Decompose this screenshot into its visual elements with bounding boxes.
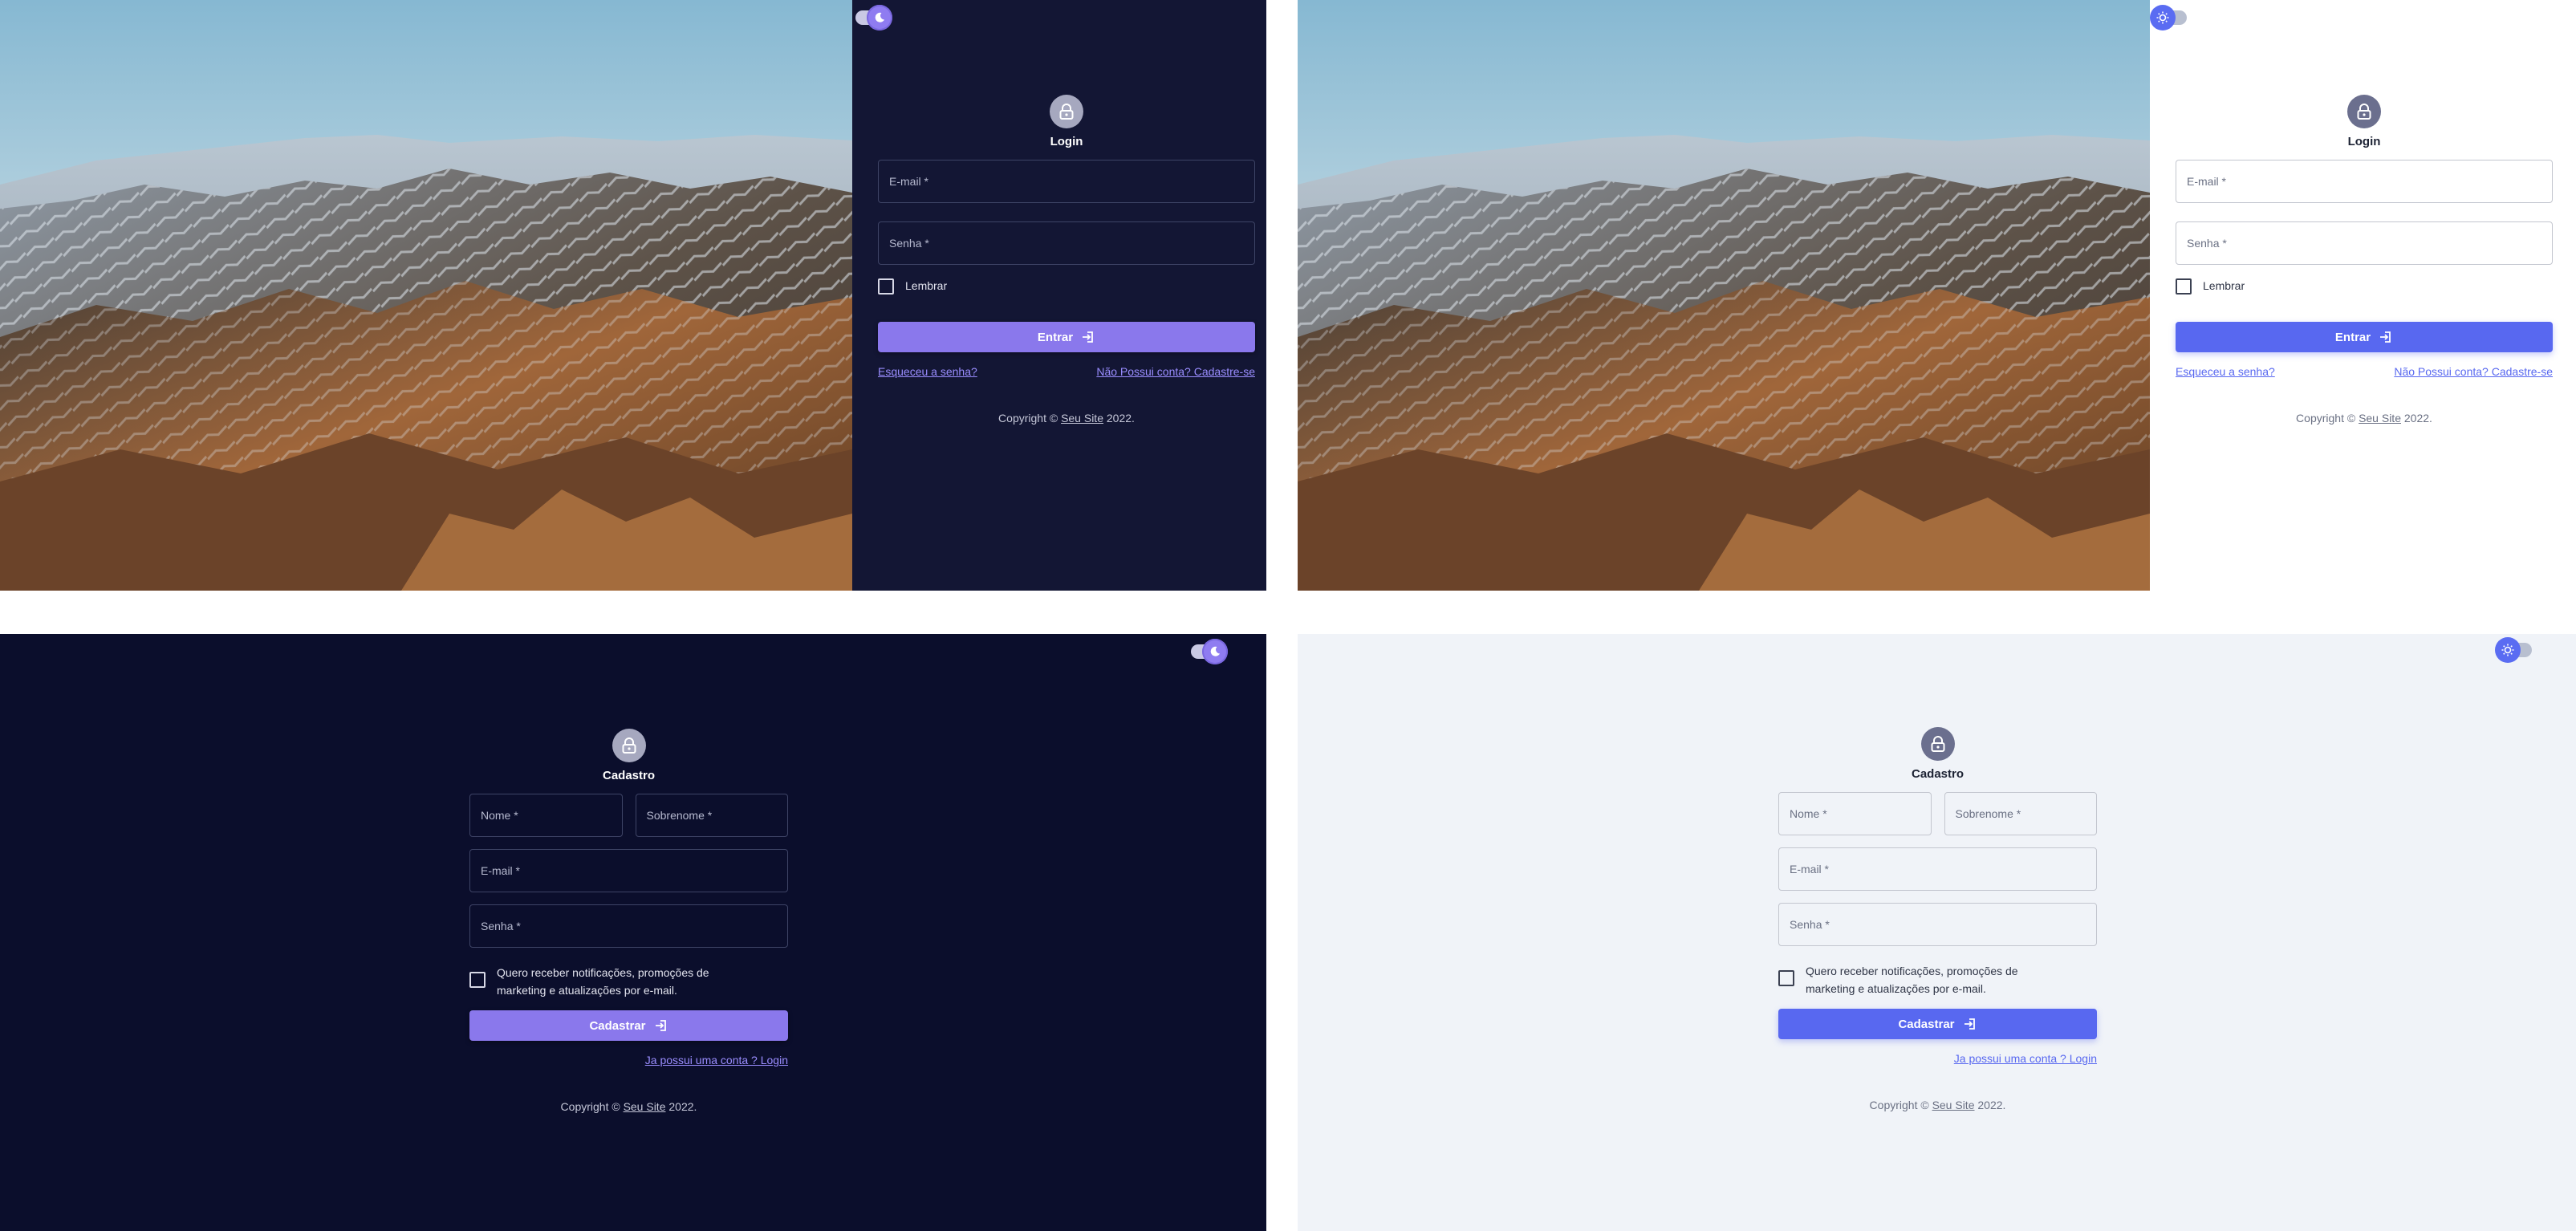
register-button-label: Cadastrar bbox=[589, 1018, 646, 1033]
theme-toggle[interactable] bbox=[2150, 3, 2190, 32]
login-dark-screen: Login E-mail * Senha * Lembrar Entrar Es… bbox=[0, 0, 1266, 591]
remember-row[interactable]: Lembrar bbox=[878, 277, 1255, 295]
copyright-prefix: Copyright © bbox=[1869, 1099, 1932, 1111]
register-dark-screen: Cadastro Nome * Sobrenome * E-mail * Sen… bbox=[0, 634, 1266, 1231]
login-button-label: Entrar bbox=[1037, 330, 1074, 344]
marketing-label: Quero receber notificações, promoções de… bbox=[497, 966, 709, 997]
marketing-row[interactable]: Quero receber notificações, promoções de… bbox=[1778, 962, 2097, 997]
remember-label: Lembrar bbox=[905, 279, 948, 292]
form-title: Login bbox=[2347, 135, 2381, 148]
register-links: Ja possui uma conta ? Login bbox=[1778, 1052, 2097, 1065]
email-field[interactable]: E-mail * bbox=[1778, 847, 2097, 891]
remember-row[interactable]: Lembrar bbox=[2176, 277, 2553, 295]
copyright-suffix: 2022. bbox=[665, 1100, 697, 1113]
marketing-checkbox[interactable] bbox=[1778, 970, 1794, 986]
login-links: Esqueceu a senha? Não Possui conta? Cada… bbox=[878, 365, 1255, 378]
form-title: Cadastro bbox=[1911, 767, 1965, 781]
password-field[interactable]: Senha * bbox=[2176, 221, 2553, 265]
signup-link[interactable]: Não Possui conta? Cadastre-se bbox=[2394, 365, 2553, 378]
register-button[interactable]: Cadastrar bbox=[469, 1010, 788, 1041]
login-button[interactable]: Entrar bbox=[878, 322, 1255, 352]
email-field[interactable]: E-mail * bbox=[469, 849, 788, 892]
login-panel: Login E-mail * Senha * Lembrar Entrar Es… bbox=[852, 0, 1266, 591]
copyright: Copyright © Seu Site 2022. bbox=[469, 1100, 788, 1113]
login-button[interactable]: Entrar bbox=[2176, 322, 2553, 352]
lock-icon bbox=[1920, 727, 1955, 761]
login-arrow-icon bbox=[1083, 331, 1093, 343]
forgot-password-link[interactable]: Esqueceu a senha? bbox=[2176, 365, 2275, 378]
last-name-field[interactable]: Sobrenome * bbox=[635, 794, 788, 837]
password-field[interactable]: Senha * bbox=[878, 221, 1255, 265]
copyright: Copyright © Seu Site 2022. bbox=[2176, 412, 2553, 425]
form-title: Cadastro bbox=[602, 769, 656, 782]
login-panel: Login E-mail * Senha * Lembrar Entrar Es… bbox=[2150, 0, 2576, 591]
sun-icon bbox=[2495, 637, 2521, 663]
register-links: Ja possui uma conta ? Login bbox=[469, 1054, 788, 1066]
mountain-photo bbox=[1298, 0, 2150, 591]
lock-icon bbox=[611, 729, 646, 762]
remember-label: Lembrar bbox=[2203, 279, 2245, 292]
login-light-screen: Login E-mail * Senha * Lembrar Entrar Es… bbox=[1298, 0, 2576, 591]
copyright-suffix: 2022. bbox=[1974, 1099, 2006, 1111]
signup-link[interactable]: Não Possui conta? Cadastre-se bbox=[1096, 365, 1255, 378]
login-link[interactable]: Ja possui uma conta ? Login bbox=[645, 1054, 788, 1066]
first-name-field[interactable]: Nome * bbox=[1778, 792, 1932, 835]
copyright: Copyright © Seu Site 2022. bbox=[878, 412, 1255, 425]
login-arrow-icon bbox=[655, 1020, 666, 1031]
email-field[interactable]: E-mail * bbox=[878, 160, 1255, 203]
password-field[interactable]: Senha * bbox=[469, 904, 788, 948]
register-button[interactable]: Cadastrar bbox=[1778, 1009, 2097, 1039]
copyright-suffix: 2022. bbox=[2401, 412, 2432, 425]
form-title: Login bbox=[1050, 135, 1083, 148]
login-link[interactable]: Ja possui uma conta ? Login bbox=[1954, 1052, 2097, 1065]
copyright-prefix: Copyright © bbox=[2296, 412, 2359, 425]
login-form: Login E-mail * Senha * Lembrar Entrar Es… bbox=[878, 95, 1255, 425]
register-light-screen: Cadastro Nome * Sobrenome * E-mail * Sen… bbox=[1298, 634, 2576, 1231]
site-link[interactable]: Seu Site bbox=[2359, 412, 2401, 425]
remember-checkbox[interactable] bbox=[878, 278, 894, 295]
moon-icon bbox=[1202, 639, 1228, 664]
theme-toggle[interactable] bbox=[2495, 636, 2535, 664]
site-link[interactable]: Seu Site bbox=[1932, 1099, 1975, 1111]
copyright-suffix: 2022. bbox=[1103, 412, 1135, 425]
theme-toggle[interactable] bbox=[1188, 637, 1228, 666]
register-button-label: Cadastrar bbox=[1898, 1017, 1955, 1031]
copyright-prefix: Copyright © bbox=[998, 412, 1062, 425]
copyright: Copyright © Seu Site 2022. bbox=[1778, 1099, 2097, 1111]
login-arrow-icon bbox=[2380, 331, 2391, 343]
register-form: Cadastro Nome * Sobrenome * E-mail * Sen… bbox=[1778, 727, 2097, 1111]
theme-toggle[interactable] bbox=[852, 3, 892, 32]
moon-icon bbox=[867, 5, 892, 30]
marketing-row[interactable]: Quero receber notificações, promoções de… bbox=[469, 964, 788, 999]
login-form: Login E-mail * Senha * Lembrar Entrar Es… bbox=[2176, 95, 2553, 425]
login-links: Esqueceu a senha? Não Possui conta? Cada… bbox=[2176, 365, 2553, 378]
site-link[interactable]: Seu Site bbox=[1061, 412, 1103, 425]
sun-icon bbox=[2150, 5, 2176, 30]
forgot-password-link[interactable]: Esqueceu a senha? bbox=[878, 365, 977, 378]
lock-icon bbox=[2347, 95, 2381, 128]
first-name-field[interactable]: Nome * bbox=[469, 794, 623, 837]
login-arrow-icon bbox=[1964, 1018, 1975, 1030]
login-button-label: Entrar bbox=[2334, 330, 2371, 344]
register-form: Cadastro Nome * Sobrenome * E-mail * Sen… bbox=[469, 729, 788, 1113]
last-name-field[interactable]: Sobrenome * bbox=[1944, 792, 2097, 835]
marketing-label: Quero receber notificações, promoções de… bbox=[1806, 965, 2018, 995]
email-field[interactable]: E-mail * bbox=[2176, 160, 2553, 203]
name-row: Nome * Sobrenome * bbox=[1778, 792, 2097, 847]
remember-checkbox[interactable] bbox=[2176, 278, 2192, 295]
copyright-prefix: Copyright © bbox=[560, 1100, 624, 1113]
password-field[interactable]: Senha * bbox=[1778, 903, 2097, 946]
mountain-photo bbox=[0, 0, 852, 591]
lock-icon bbox=[1050, 95, 1083, 128]
name-row: Nome * Sobrenome * bbox=[469, 794, 788, 849]
site-link[interactable]: Seu Site bbox=[624, 1100, 666, 1113]
marketing-checkbox[interactable] bbox=[469, 972, 486, 988]
